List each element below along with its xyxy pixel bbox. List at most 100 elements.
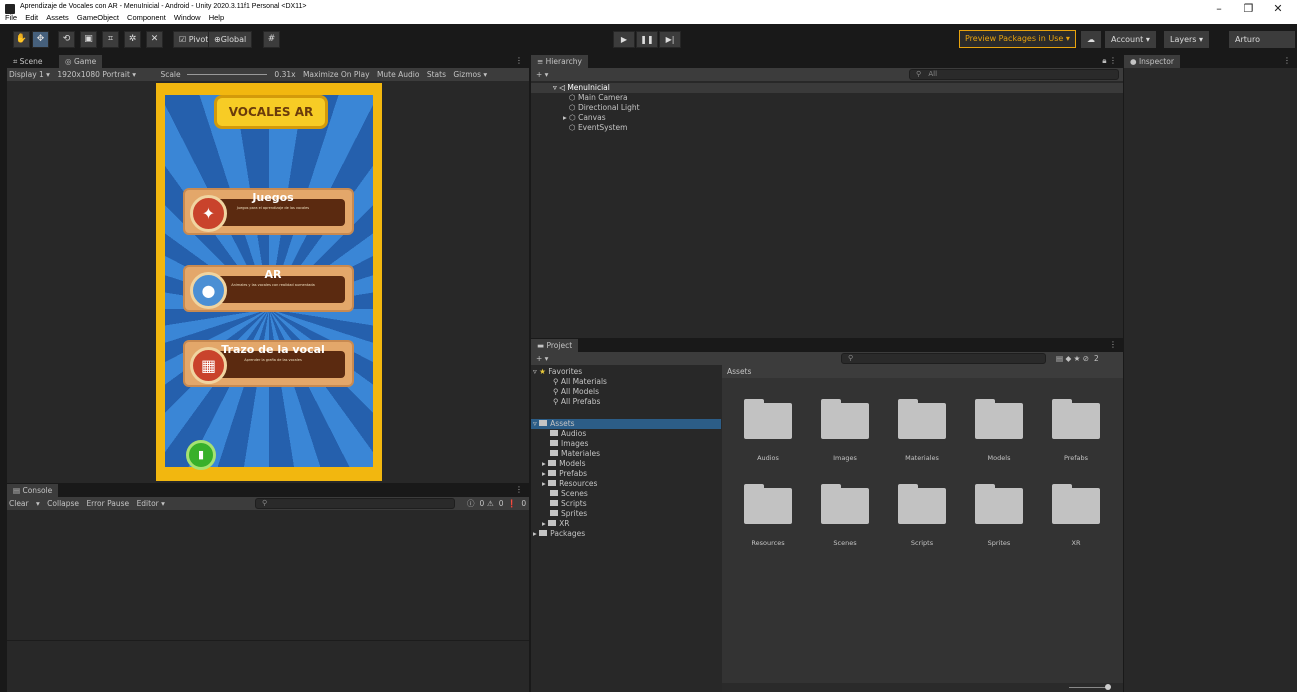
project-tabstrip: ▬ Project ⋮	[531, 339, 1123, 352]
menu-gameobject[interactable]: GameObject	[77, 13, 119, 22]
game-menu-icon[interactable]: ⋮	[515, 56, 523, 65]
assets-root[interactable]: ▿ Assets	[531, 419, 721, 429]
collapse-toggle[interactable]: Collapse	[47, 499, 79, 508]
play-button[interactable]: ▶	[613, 31, 635, 48]
gizmos-dropdown[interactable]: Gizmos ▾	[453, 70, 487, 79]
hierarchy-item[interactable]: ⬡ Main Camera	[569, 93, 628, 103]
hand-tool-icon[interactable]: ✋	[13, 31, 30, 48]
maximize-button[interactable]: ❐	[1236, 2, 1262, 15]
hierarchy-item[interactable]: ⬡ EventSystem	[569, 123, 627, 133]
asset-folder[interactable]: Scenes	[550, 489, 588, 499]
pause-button[interactable]: ❚❚	[636, 31, 658, 48]
hierarchy-lock-icon[interactable]: 🔒︎ ⋮	[1102, 56, 1117, 66]
maximize-on-play-toggle[interactable]: Maximize On Play	[303, 70, 370, 79]
clear-dropdown-icon[interactable]: ▾	[36, 499, 40, 508]
rotate-tool-icon[interactable]: ⟲	[58, 31, 75, 48]
stats-toggle[interactable]: Stats	[427, 70, 446, 79]
create-dropdown[interactable]: + ▾	[536, 70, 548, 79]
menu-edit[interactable]: Edit	[25, 13, 38, 22]
tab-console[interactable]: ▤ Console	[7, 484, 59, 497]
tab-inspector[interactable]: ● Inspector	[1124, 55, 1180, 68]
folder-icon[interactable]	[898, 399, 946, 439]
project-search-input[interactable]: ⚲	[841, 353, 1046, 364]
asset-folder[interactable]: Scripts	[550, 499, 587, 509]
inspector-panel: ● Inspector ⋮	[1124, 55, 1297, 692]
hierarchy-item[interactable]: ⬡ Directional Light	[569, 103, 640, 113]
tab-hierarchy[interactable]: ≡ Hierarchy	[531, 55, 588, 68]
close-button[interactable]: ✕	[1265, 2, 1291, 15]
folder-icon[interactable]	[744, 484, 792, 524]
transform-tool-icon[interactable]: ✲	[124, 31, 141, 48]
rect-tool-icon[interactable]: ⌗	[102, 31, 119, 48]
custom-tool-icon[interactable]: ✕	[146, 31, 163, 48]
console-menu-icon[interactable]: ⋮	[515, 485, 523, 494]
hierarchy-item[interactable]: ▸ ⬡ Canvas	[563, 113, 606, 123]
folder-icon[interactable]	[1052, 484, 1100, 524]
asset-folder[interactable]: ▸ Resources	[542, 479, 597, 489]
menu-window[interactable]: Window	[174, 13, 201, 22]
cloud-icon[interactable]: ☁	[1081, 31, 1101, 48]
step-button[interactable]: ▶|	[659, 31, 681, 48]
juegos-button[interactable]: ✦ Juegos Juegos para el aprendizaje de l…	[183, 188, 354, 235]
error-pause-toggle[interactable]: Error Pause	[86, 499, 129, 508]
clear-button[interactable]: Clear	[9, 499, 29, 508]
asset-folder[interactable]: Images	[550, 439, 588, 449]
menu-file[interactable]: File	[5, 13, 17, 22]
favorite-item[interactable]: ⚲ All Prefabs	[553, 397, 600, 407]
layout-dropdown[interactable]: Arturo	[1229, 31, 1295, 48]
tab-game[interactable]: ◎ Game	[59, 55, 103, 68]
folder-icon[interactable]	[821, 484, 869, 524]
tab-project[interactable]: ▬ Project	[531, 339, 579, 352]
folder-icon[interactable]	[975, 399, 1023, 439]
folder-icon[interactable]	[744, 399, 792, 439]
preview-packages-button[interactable]: Preview Packages in Use ▾	[959, 30, 1076, 48]
packages-root[interactable]: ▸ Packages	[533, 529, 585, 539]
favorites-header[interactable]: ▿ ★ Favorites	[533, 367, 582, 377]
display-dropdown[interactable]: Display 1 ▾	[9, 70, 50, 79]
hierarchy-search-input[interactable]: ⚲ All	[909, 69, 1119, 80]
exit-button[interactable]: ▮	[186, 440, 216, 470]
tab-scene[interactable]: ⌗ Scene	[7, 55, 48, 68]
icon-size-slider[interactable]	[1069, 687, 1109, 688]
info-count-toggle[interactable]: ⓘ 0	[467, 497, 484, 510]
folder-icon[interactable]	[1052, 399, 1100, 439]
menu-help[interactable]: Help	[209, 13, 224, 22]
asset-folder[interactable]: Sprites	[550, 509, 587, 519]
folder-icon[interactable]	[975, 484, 1023, 524]
scale-slider[interactable]	[187, 74, 268, 75]
account-dropdown[interactable]: Account ▾	[1105, 31, 1156, 48]
ar-button[interactable]: ● AR Animales y las vocales con realidad…	[183, 265, 354, 312]
resolution-dropdown[interactable]: 1920x1080 Portrait ▾	[57, 70, 136, 79]
asset-folder[interactable]: ▸ Prefabs	[542, 469, 587, 479]
folder-icon[interactable]	[821, 399, 869, 439]
project-menu-icon[interactable]: ⋮	[1109, 340, 1117, 349]
layers-dropdown[interactable]: Layers ▾	[1164, 31, 1210, 48]
asset-folder[interactable]: Audios	[550, 429, 586, 439]
asset-folder[interactable]: Materiales	[550, 449, 600, 459]
menu-component[interactable]: Component	[127, 13, 166, 22]
filter-icons[interactable]: ▤ ◆ ★ ⊘ 2	[1056, 352, 1099, 365]
button-subtitle: Animales y las vocales con realidad aume…	[231, 283, 315, 287]
move-tool-icon[interactable]: ✥	[32, 31, 49, 48]
favorite-item[interactable]: ⚲ All Materials	[553, 377, 607, 387]
editor-dropdown[interactable]: Editor ▾	[137, 499, 165, 508]
mute-audio-toggle[interactable]: Mute Audio	[377, 70, 419, 79]
error-count-toggle[interactable]: ❗ 0	[507, 497, 526, 510]
global-toggle[interactable]: ⊕Global	[208, 31, 253, 48]
scene-row[interactable]: ▿ ◁ MenuInicial	[531, 83, 1123, 93]
project-create-dropdown[interactable]: + ▾	[536, 354, 548, 363]
trazo-button[interactable]: ▦ Trazo de la vocal Aprender la grafia d…	[183, 340, 354, 387]
inspector-lock-icon[interactable]: ⋮	[1283, 56, 1291, 65]
console-search-input[interactable]: ⚲	[255, 498, 455, 509]
menu-assets[interactable]: Assets	[46, 13, 69, 22]
favorite-item[interactable]: ⚲ All Models	[553, 387, 599, 397]
grid-snap-icon[interactable]: #	[263, 31, 280, 48]
menu-bar: File Edit Assets GameObject Component Wi…	[0, 13, 700, 24]
asset-folder[interactable]: ▸ XR	[542, 519, 570, 529]
icon-size-slider-handle[interactable]	[1105, 684, 1111, 690]
asset-folder[interactable]: ▸ Models	[542, 459, 586, 469]
warning-count-toggle[interactable]: ⚠ 0	[487, 497, 504, 510]
scale-tool-icon[interactable]: ▣	[80, 31, 97, 48]
folder-icon[interactable]	[898, 484, 946, 524]
minimize-button[interactable]: –	[1206, 2, 1232, 15]
